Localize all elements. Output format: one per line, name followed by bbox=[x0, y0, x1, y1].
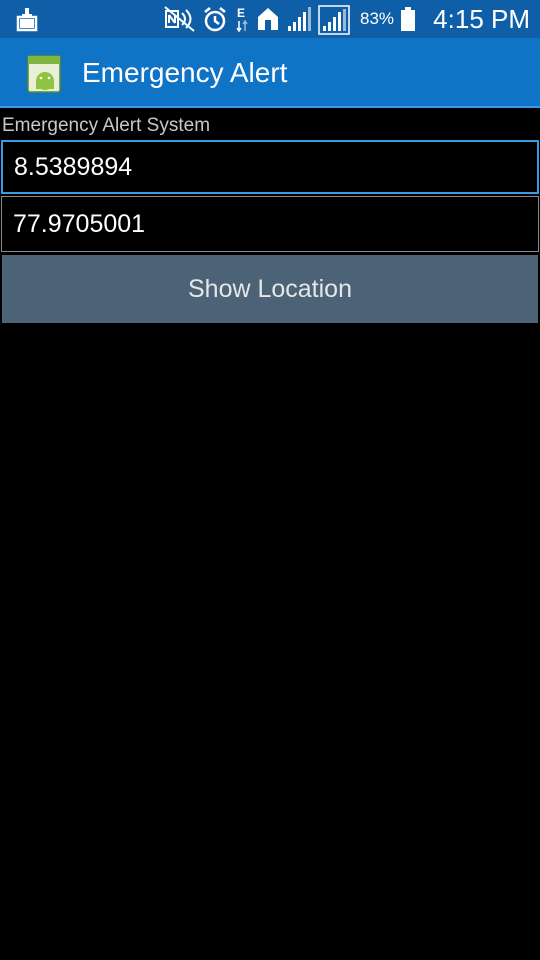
signal-icon bbox=[286, 5, 312, 33]
clock-time: 4:15 PM bbox=[433, 4, 530, 34]
page-subtitle: Emergency Alert System bbox=[2, 115, 211, 136]
app-title: Emergency Alert bbox=[82, 57, 288, 88]
longitude-field[interactable] bbox=[1, 196, 539, 252]
signal-icon bbox=[318, 5, 350, 35]
latitude-field[interactable] bbox=[1, 140, 539, 194]
battery-percent: 83% bbox=[360, 9, 395, 28]
cleaner-icon bbox=[16, 6, 38, 32]
status-bar: E 83% 4:15 PM bbox=[0, 0, 540, 38]
svg-text:E: E bbox=[237, 6, 245, 20]
action-bar: Emergency Alert bbox=[0, 38, 540, 108]
screen: E 83% 4:15 PM Emergency Alert Emergency … bbox=[0, 0, 540, 960]
battery-icon bbox=[400, 5, 416, 33]
edge-data-icon: E bbox=[234, 5, 250, 33]
android-app-icon bbox=[26, 54, 64, 94]
status-icons: E 83% bbox=[164, 4, 416, 35]
show-location-button[interactable]: Show Location bbox=[2, 255, 538, 323]
home-icon bbox=[256, 5, 280, 33]
alarm-icon bbox=[202, 5, 228, 33]
nfc-icon bbox=[164, 5, 196, 33]
